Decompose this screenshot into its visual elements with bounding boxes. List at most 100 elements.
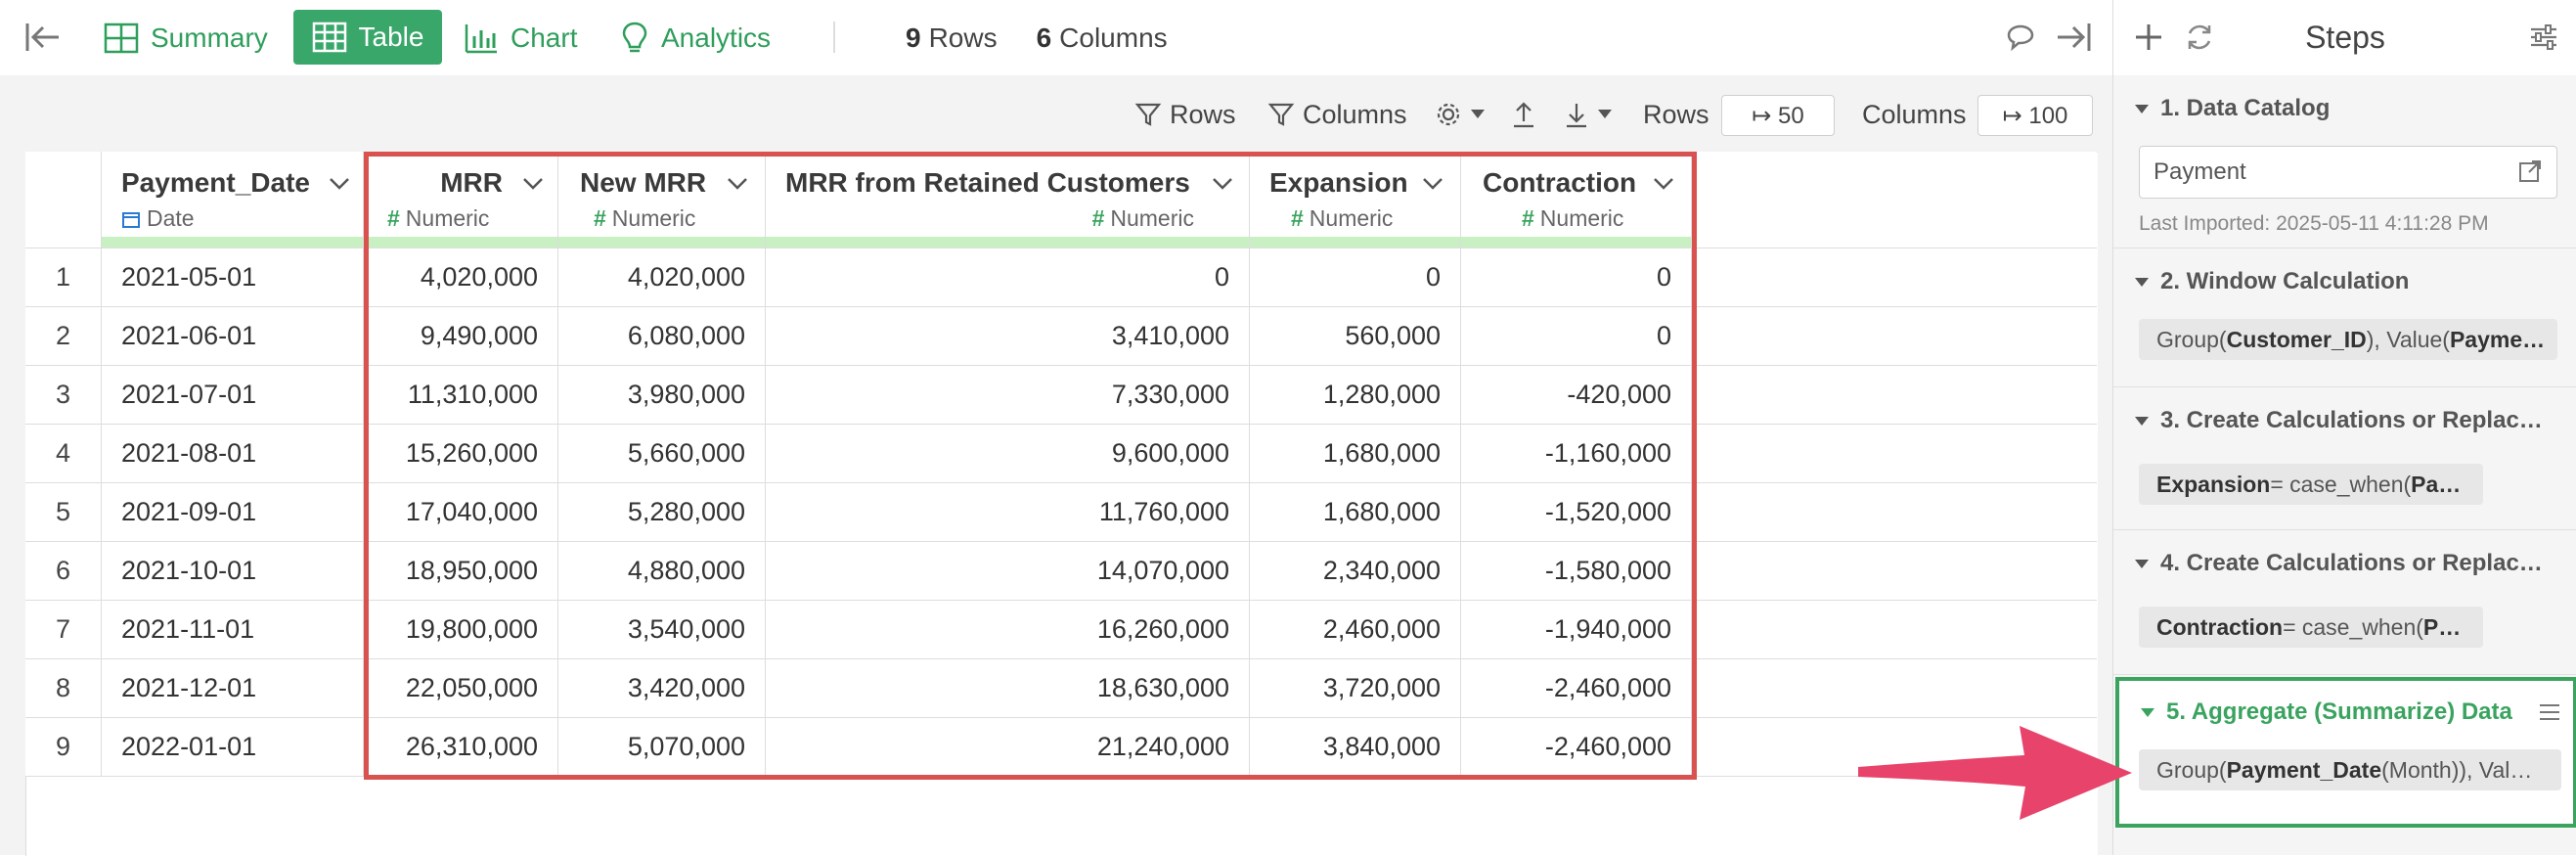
data-source-input[interactable]: Payment — [2139, 146, 2557, 199]
collapse-triangle-icon[interactable] — [2135, 559, 2149, 568]
collapse-triangle-icon[interactable] — [2135, 416, 2149, 426]
table-cell[interactable]: 4,880,000 — [558, 542, 766, 601]
settings-dropdown[interactable] — [1434, 93, 1492, 136]
table-cell[interactable]: 4,020,000 — [364, 248, 558, 307]
chip-text-segment: Expansion — [2156, 471, 2271, 497]
external-link-icon[interactable] — [2517, 158, 2543, 184]
step-data-catalog[interactable]: 1. Data Catalog Payment Last Imported: 2… — [2113, 75, 2576, 248]
step-window-calculation[interactable]: 2. Window Calculation Group(Customer_ID)… — [2113, 248, 2576, 387]
table-cell[interactable]: 22,050,000 — [364, 659, 558, 718]
columns-filter-button[interactable]: Columns — [1267, 93, 1407, 136]
table-cell[interactable]: 1,680,000 — [1250, 483, 1461, 542]
columns-limit-input[interactable]: ↦ 100 — [1977, 95, 2093, 136]
table-cell[interactable]: 560,000 — [1250, 307, 1461, 366]
table-cell[interactable]: 0 — [1461, 307, 1692, 366]
table-cell[interactable]: -1,580,000 — [1461, 542, 1692, 601]
table-cell[interactable]: 2021-11-01 — [102, 601, 364, 659]
table-cell[interactable]: 19,800,000 — [364, 601, 558, 659]
table-cell[interactable]: 2,340,000 — [1250, 542, 1461, 601]
table-cell[interactable]: 2021-05-01 — [102, 248, 364, 307]
chevron-down-icon[interactable] — [329, 177, 350, 191]
table-cell[interactable]: 0 — [1250, 248, 1461, 307]
chevron-down-icon[interactable] — [1212, 177, 1233, 191]
table-cell[interactable]: 18,630,000 — [766, 659, 1250, 718]
collapse-left-icon[interactable] — [23, 20, 63, 60]
table-cell[interactable]: 4,020,000 — [558, 248, 766, 307]
table-cell[interactable]: 1,280,000 — [1250, 366, 1461, 425]
table-cell[interactable]: -2,460,000 — [1461, 659, 1692, 718]
comment-icon[interactable] — [2005, 22, 2036, 58]
table-cell[interactable]: -2,460,000 — [1461, 718, 1692, 777]
table-cell[interactable]: 2021-06-01 — [102, 307, 364, 366]
table-cell[interactable]: 0 — [1461, 248, 1692, 307]
table-cell[interactable]: 9,490,000 — [364, 307, 558, 366]
tab-table[interactable]: Table — [293, 10, 442, 65]
rows-limit-input[interactable]: ↦ 50 — [1721, 95, 1835, 136]
column-header-expansion[interactable]: Expansion # Numeric — [1250, 152, 1461, 248]
chevron-down-icon[interactable] — [522, 177, 544, 191]
table-cell[interactable]: 11,760,000 — [766, 483, 1250, 542]
table-cell[interactable]: 3,540,000 — [558, 601, 766, 659]
tab-analytics-label: Analytics — [661, 23, 772, 53]
rows-filter-button[interactable]: Rows — [1134, 93, 1236, 136]
step-summary-chip[interactable]: Group(Customer_ID), Value(Payme… — [2139, 319, 2557, 360]
chevron-down-icon[interactable] — [1653, 177, 1674, 191]
table-cell[interactable]: 15,260,000 — [364, 425, 558, 483]
column-header-new-mrr[interactable]: New MRR # Numeric — [558, 152, 766, 248]
table-cell[interactable]: 2021-08-01 — [102, 425, 364, 483]
table-cell[interactable]: 1,680,000 — [1250, 425, 1461, 483]
upload-icon[interactable] — [1510, 93, 1545, 136]
table-cell[interactable]: 0 — [766, 248, 1250, 307]
table-cell[interactable]: 5,660,000 — [558, 425, 766, 483]
table-cell[interactable]: 2021-10-01 — [102, 542, 364, 601]
chevron-down-icon[interactable] — [727, 177, 748, 191]
tab-chart[interactable]: Chart — [464, 18, 577, 59]
step-create-calculation-contraction[interactable]: 4. Create Calculations or Replac… Contra… — [2113, 530, 2576, 675]
table-cell[interactable]: 5,070,000 — [558, 718, 766, 777]
table-cell[interactable]: 3,840,000 — [1250, 718, 1461, 777]
table-cell[interactable]: 6,080,000 — [558, 307, 766, 366]
table-cell[interactable]: 2,460,000 — [1250, 601, 1461, 659]
step-summary-chip[interactable]: Expansion = case_when(Pa… — [2139, 464, 2483, 505]
table-cell[interactable]: 3,980,000 — [558, 366, 766, 425]
table-cell[interactable]: -1,940,000 — [1461, 601, 1692, 659]
table-cell[interactable]: 2021-12-01 — [102, 659, 364, 718]
collapse-triangle-icon[interactable] — [2135, 104, 2149, 113]
table-cell[interactable]: 21,240,000 — [766, 718, 1250, 777]
collapse-triangle-icon[interactable] — [2141, 707, 2154, 717]
tab-summary[interactable]: Summary — [104, 18, 268, 59]
sliders-icon[interactable] — [2528, 22, 2559, 58]
column-header-contraction[interactable]: Contraction # Numeric — [1461, 152, 1692, 248]
table-cell[interactable]: 17,040,000 — [364, 483, 558, 542]
table-cell[interactable]: 2022-01-01 — [102, 718, 364, 777]
table-cell[interactable]: -1,160,000 — [1461, 425, 1692, 483]
table-cell[interactable]: 3,420,000 — [558, 659, 766, 718]
table-cell[interactable]: -420,000 — [1461, 366, 1692, 425]
menu-icon[interactable] — [2538, 702, 2561, 722]
step-summary-chip[interactable]: Group(Payment_Date (Month)), Val… — [2139, 749, 2561, 790]
chevron-down-icon[interactable] — [1422, 177, 1443, 191]
download-dropdown[interactable] — [1563, 93, 1620, 136]
collapse-triangle-icon[interactable] — [2135, 277, 2149, 287]
collapse-right-icon[interactable] — [2054, 20, 2093, 60]
tab-analytics[interactable]: Analytics — [620, 18, 771, 59]
table-cell[interactable]: 5,280,000 — [558, 483, 766, 542]
step-aggregate-data[interactable]: 5. Aggregate (Summarize) Data Group(Paym… — [2115, 677, 2576, 828]
table-cell[interactable]: 7,330,000 — [766, 366, 1250, 425]
step-create-calculation-expansion[interactable]: 3. Create Calculations or Replac… Expans… — [2113, 387, 2576, 530]
table-cell[interactable]: 18,950,000 — [364, 542, 558, 601]
table-cell[interactable]: 2021-07-01 — [102, 366, 364, 425]
table-cell[interactable]: 3,720,000 — [1250, 659, 1461, 718]
table-cell[interactable]: 2021-09-01 — [102, 483, 364, 542]
table-cell[interactable]: -1,520,000 — [1461, 483, 1692, 542]
table-cell[interactable]: 26,310,000 — [364, 718, 558, 777]
table-cell[interactable]: 14,070,000 — [766, 542, 1250, 601]
column-header-payment-date[interactable]: Payment_Date Date — [102, 152, 364, 248]
column-header-mrr[interactable]: MRR # Numeric — [364, 152, 558, 248]
column-header-mrr-retained[interactable]: MRR from Retained Customers # Numeric — [766, 152, 1250, 248]
table-cell[interactable]: 11,310,000 — [364, 366, 558, 425]
table-cell[interactable]: 9,600,000 — [766, 425, 1250, 483]
table-cell[interactable]: 3,410,000 — [766, 307, 1250, 366]
step-summary-chip[interactable]: Contraction = case_when(P… — [2139, 607, 2483, 648]
table-cell[interactable]: 16,260,000 — [766, 601, 1250, 659]
